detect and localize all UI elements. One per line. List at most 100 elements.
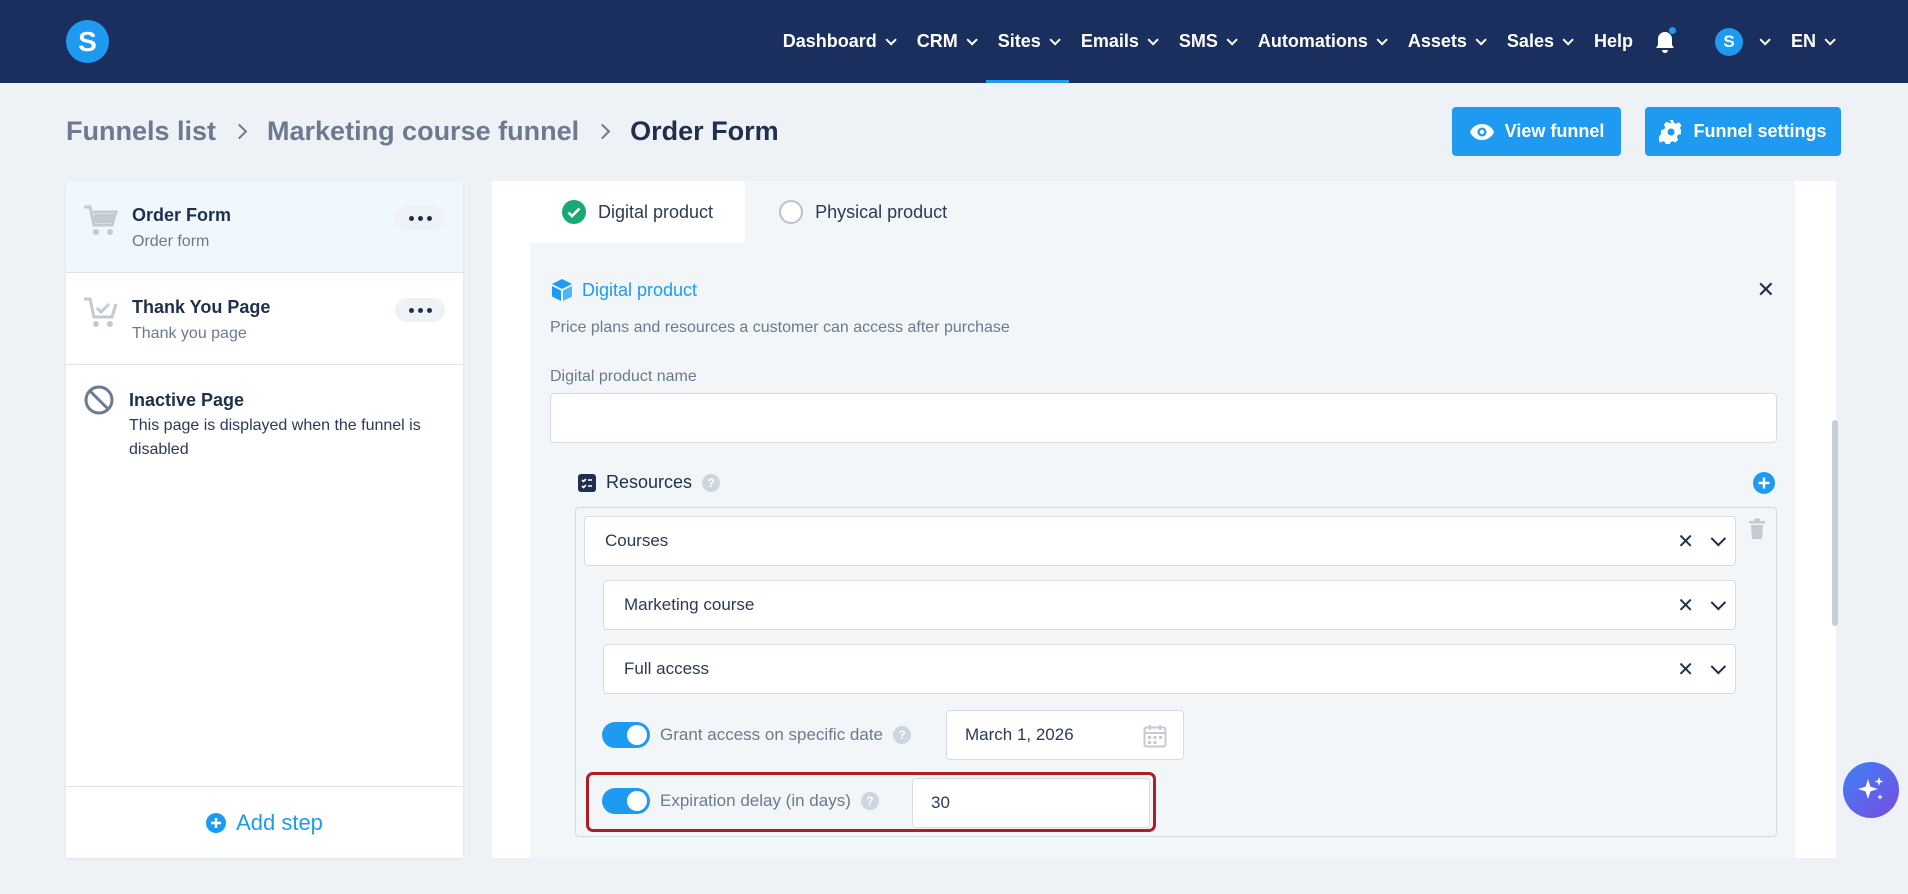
funnel-settings-label: Funnel settings — [1693, 121, 1827, 141]
nav-crm[interactable]: CRM — [905, 0, 986, 83]
step-order-form[interactable]: Order Form Order form — [66, 181, 463, 273]
top-navbar: S Dashboard CRM Sites Emails SMS Automat… — [0, 0, 1908, 83]
tab-digital-product[interactable]: Digital product — [530, 181, 746, 243]
resource-group: Courses ✕ Marketing course ✕ Full access… — [575, 507, 1777, 837]
checklist-icon — [578, 473, 596, 492]
product-name-input[interactable] — [550, 393, 1777, 443]
chevron-down-icon — [1049, 33, 1061, 46]
step-more-button[interactable] — [395, 298, 445, 322]
select-controls: ✕ — [1677, 581, 1727, 629]
steps-panel: Order Form Order form Thank You Page Tha… — [66, 181, 463, 858]
digital-product-card: Digital product ✕ Price plans and resour… — [530, 243, 1795, 858]
trash-icon[interactable] — [1748, 518, 1766, 540]
language-select[interactable]: EN — [1779, 0, 1844, 83]
view-funnel-label: View funnel — [1504, 121, 1605, 141]
nav-emails[interactable]: Emails — [1069, 0, 1167, 83]
product-panel: Digital product Physical product Digital… — [492, 181, 1836, 858]
notifications-button[interactable] — [1645, 0, 1685, 83]
add-step-label: Add step — [236, 809, 323, 835]
nav-label: SMS — [1178, 31, 1218, 51]
help-icon[interactable]: ? — [893, 726, 912, 744]
scrollbar[interactable] — [1832, 420, 1838, 626]
breadcrumb: Funnels list Marketing course funnel Ord… — [66, 116, 779, 147]
chevron-down-icon — [1226, 33, 1238, 46]
view-funnel-button[interactable]: View funnel — [1452, 107, 1621, 156]
select-value: Marketing course — [624, 595, 755, 614]
dot — [417, 307, 423, 313]
course-select[interactable]: Marketing course ✕ — [603, 580, 1736, 630]
nav-assets[interactable]: Assets — [1396, 0, 1495, 83]
chevron-down-icon[interactable] — [1710, 594, 1727, 610]
nav-label: Dashboard — [782, 31, 877, 51]
breadcrumb-funnel[interactable]: Marketing course funnel — [267, 116, 579, 147]
nav-dashboard[interactable]: Dashboard — [771, 0, 905, 83]
chevron-down-icon — [1147, 33, 1159, 46]
user-menu[interactable]: S — [1685, 0, 1779, 83]
ai-assistant-button[interactable] — [1843, 762, 1899, 818]
nav-label: Sites — [997, 31, 1041, 51]
calendar-icon[interactable] — [1143, 724, 1167, 748]
sparkle-icon — [1858, 777, 1884, 800]
product-name-label: Digital product name — [550, 368, 697, 385]
grant-date-value: March 1, 2026 — [965, 725, 1074, 744]
step-thank-you[interactable]: Thank You Page Thank you page — [66, 273, 463, 365]
grant-access-label: Grant access on specific date — [660, 725, 884, 744]
notification-dot — [1667, 26, 1677, 35]
expiration-delay-input[interactable] — [912, 778, 1150, 828]
clear-icon[interactable]: ✕ — [1677, 529, 1694, 554]
step-subtitle: Order form — [132, 233, 210, 250]
chevron-right-icon — [594, 123, 611, 140]
nav-automations[interactable]: Automations — [1246, 0, 1396, 83]
chevron-down-icon[interactable] — [1710, 530, 1727, 546]
step-more-button[interactable] — [395, 206, 445, 230]
inactive-page-subtitle: This page is displayed when the funnel i… — [129, 417, 421, 458]
main-nav: Dashboard CRM Sites Emails SMS Automatio… — [771, 0, 1844, 83]
nav-label: Automations — [1257, 31, 1368, 51]
nav-sales[interactable]: Sales — [1495, 0, 1582, 83]
chevron-down-icon — [966, 33, 978, 46]
card-title: Digital product — [550, 278, 697, 302]
nav-label: Assets — [1407, 31, 1467, 51]
resource-type-select[interactable]: Courses ✕ — [584, 516, 1736, 566]
expiration-row: Expiration delay (in days) ? — [602, 788, 879, 814]
radio-icon — [779, 200, 804, 224]
inactive-page-title[interactable]: Inactive Page — [129, 390, 244, 411]
select-controls: ✕ — [1677, 517, 1727, 565]
avatar: S — [1714, 27, 1743, 56]
card-title-label: Digital product — [582, 279, 698, 300]
chevron-down-icon — [1376, 33, 1388, 46]
add-resource-icon[interactable] — [1753, 472, 1775, 494]
product-type-tabs: Digital product Physical product — [530, 181, 1795, 243]
close-icon[interactable]: ✕ — [1757, 277, 1775, 303]
clear-icon[interactable]: ✕ — [1677, 593, 1694, 618]
dot — [408, 215, 414, 221]
plus-circle-icon — [206, 812, 227, 833]
logo[interactable]: S — [66, 20, 109, 63]
tab-physical-product[interactable]: Physical product — [745, 181, 979, 243]
access-level-select[interactable]: Full access ✕ — [603, 644, 1736, 694]
nav-sites[interactable]: Sites — [985, 0, 1069, 83]
select-value: Full access — [624, 659, 710, 678]
dot — [408, 307, 414, 313]
breadcrumb-funnels-list[interactable]: Funnels list — [66, 116, 216, 147]
cart-check-icon — [84, 297, 118, 327]
language-label: EN — [1790, 31, 1816, 51]
dot — [426, 307, 432, 313]
chevron-down-icon[interactable] — [1710, 658, 1727, 674]
gear-icon — [1659, 119, 1682, 144]
grant-access-toggle[interactable] — [602, 722, 650, 748]
help-icon[interactable]: ? — [702, 473, 721, 492]
grant-date-input[interactable]: March 1, 2026 — [946, 710, 1184, 760]
grant-access-row: Grant access on specific date ? — [602, 722, 912, 748]
nav-help[interactable]: Help — [1582, 0, 1645, 83]
clear-icon[interactable]: ✕ — [1677, 657, 1694, 682]
funnel-settings-button[interactable]: Funnel settings — [1645, 107, 1841, 156]
nav-sms[interactable]: SMS — [1167, 0, 1246, 83]
box-icon — [552, 279, 572, 301]
card-description: Price plans and resources a customer can… — [550, 319, 1010, 336]
help-icon[interactable]: ? — [860, 792, 879, 810]
tab-label: Digital product — [598, 201, 714, 222]
add-step-button[interactable]: Add step — [66, 786, 463, 858]
resources-label: Resources — [606, 472, 693, 492]
expiration-toggle[interactable] — [602, 788, 650, 814]
